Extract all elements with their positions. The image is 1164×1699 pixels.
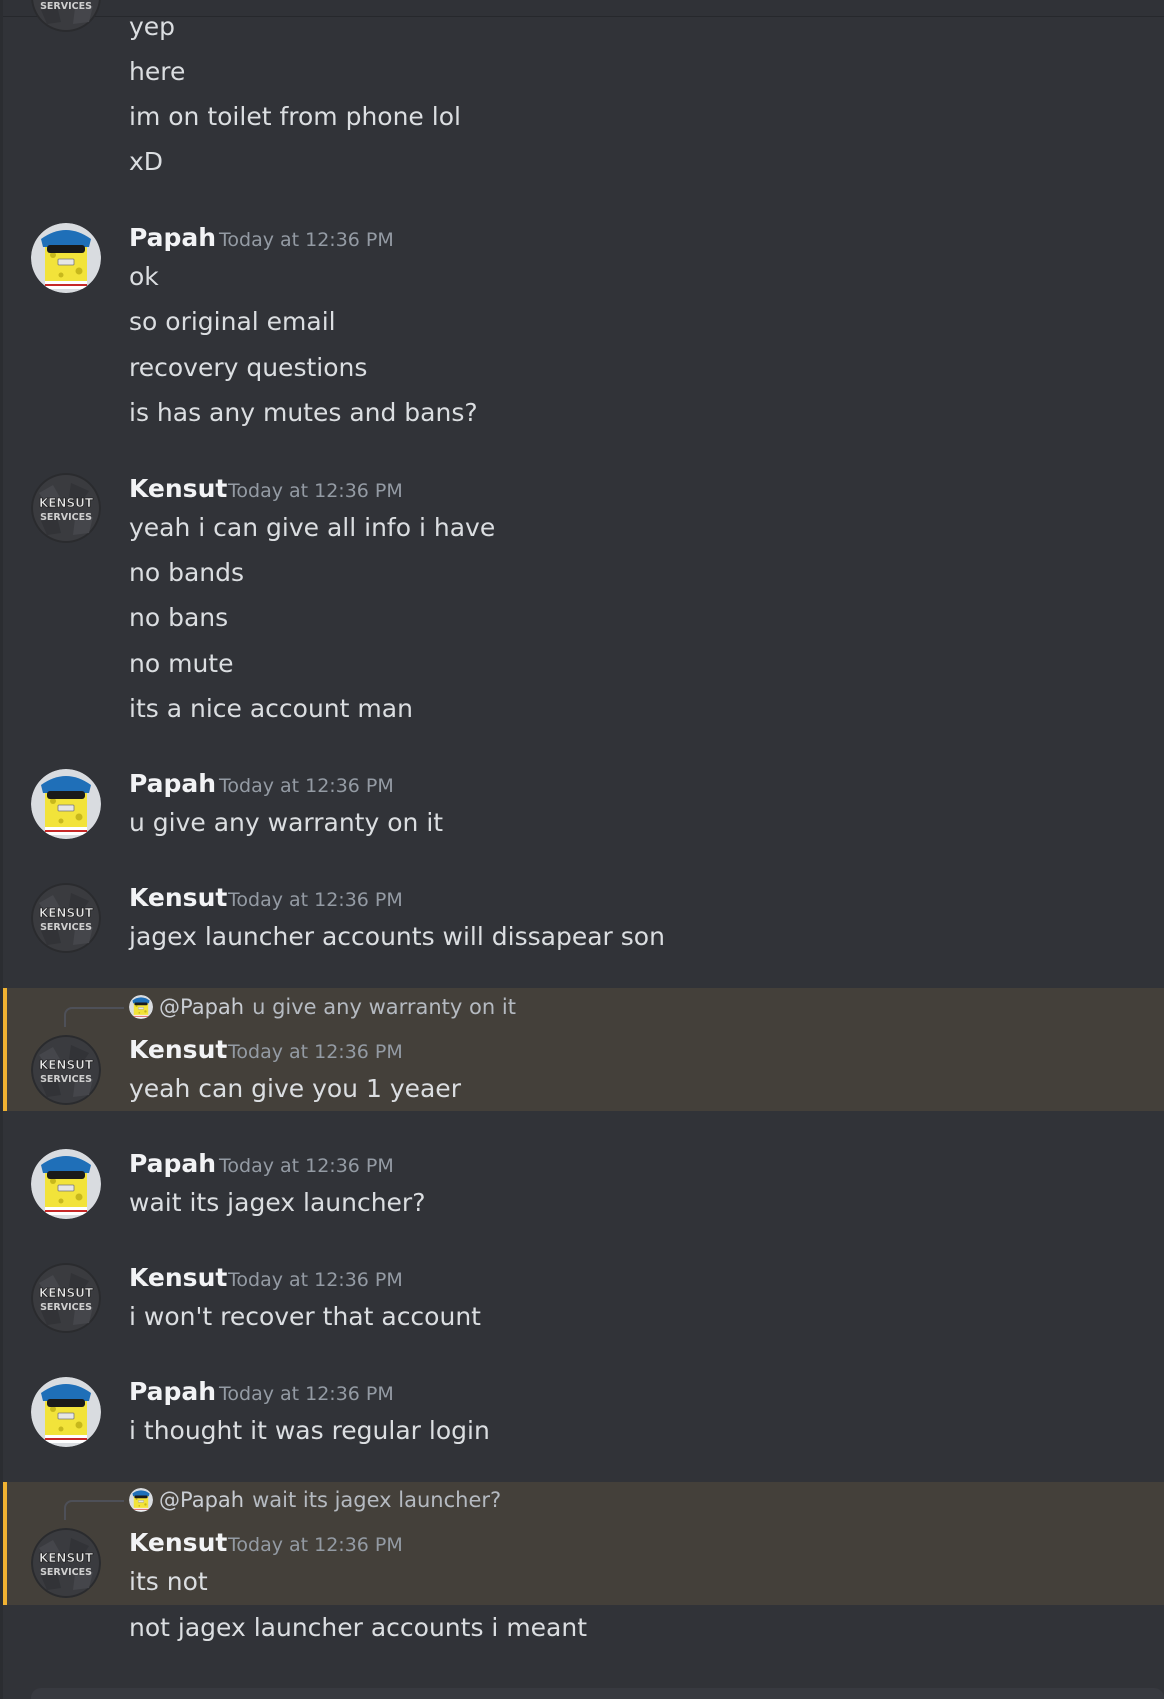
message-timestamp: Today at 12:36 PM — [228, 1534, 403, 1556]
avatar-kensut[interactable] — [31, 1035, 101, 1105]
message-line: jagex launcher accounts will dissapear s… — [129, 922, 665, 951]
reply-snippet: wait its jagex launcher? — [252, 1488, 502, 1512]
author-name[interactable]: Papah — [129, 1149, 216, 1178]
message-timestamp: Today at 12:36 PM — [228, 889, 403, 911]
message-line: yeah can give you 1 yeaer — [129, 1074, 461, 1103]
message-line: yeah i can give all info i have — [129, 513, 496, 542]
message-timestamp: Today at 12:36 PM — [219, 1155, 394, 1177]
author-name[interactable]: Kensut — [129, 1528, 227, 1557]
message-line: no bands — [129, 558, 245, 587]
message-timestamp: Today at 12:36 PM — [228, 1041, 403, 1063]
message-line: ok — [129, 262, 159, 291]
reply-preview[interactable]: @Papah wait its jagex launcher? — [129, 1488, 501, 1518]
message-line: no mute — [129, 649, 234, 678]
reply-connector — [64, 1500, 124, 1520]
message-timestamp: Today at 12:36 PM — [219, 775, 394, 797]
message-composer[interactable] — [31, 1688, 1164, 1699]
author-name[interactable]: Papah — [129, 769, 216, 798]
avatar-kensut[interactable] — [31, 0, 101, 32]
reply-snippet: u give any warranty on it — [252, 995, 516, 1019]
avatar-kensut[interactable] — [31, 883, 101, 953]
reply-connector — [64, 1007, 124, 1027]
message-line: xD — [129, 147, 164, 176]
message-line: i thought it was regular login — [129, 1416, 490, 1445]
author-name[interactable]: Kensut — [129, 1035, 227, 1064]
author-name[interactable]: Kensut — [129, 1263, 227, 1292]
author-name[interactable]: Kensut — [129, 474, 227, 503]
reply-preview[interactable]: @Papah u give any warranty on it — [129, 995, 516, 1025]
reply-mention[interactable]: @Papah — [159, 1488, 244, 1512]
message-line: u give any warranty on it — [129, 808, 444, 837]
avatar-papah[interactable] — [31, 1377, 101, 1447]
left-edge — [0, 0, 3, 1699]
message-line: is has any mutes and bans? — [129, 398, 478, 427]
message-line: here — [129, 57, 186, 86]
author-name[interactable]: Kensut — [129, 883, 227, 912]
mention-bar — [3, 1482, 7, 1605]
message-timestamp: Today at 12:36 PM — [219, 229, 394, 251]
avatar-kensut[interactable] — [31, 1263, 101, 1333]
message-line: i won't recover that account — [129, 1302, 481, 1331]
author-name[interactable]: Papah — [129, 223, 216, 252]
avatar-papah[interactable] — [31, 1149, 101, 1219]
message-line: wait its jagex launcher? — [129, 1188, 426, 1217]
message-line: not jagex launcher accounts i meant — [129, 1613, 588, 1642]
avatar-papah[interactable] — [31, 769, 101, 839]
message-line: its a nice account man — [129, 694, 413, 723]
message-timestamp: Today at 12:36 PM — [228, 480, 403, 502]
reply-mention[interactable]: @Papah — [159, 995, 244, 1019]
message-timestamp: Today at 12:36 PM — [228, 1269, 403, 1291]
avatar-kensut[interactable] — [31, 473, 101, 543]
message-line: yep — [129, 12, 176, 41]
chat-message-list[interactable]: yep here im on toilet from phone lol xD … — [0, 0, 1164, 1699]
message-line: recovery questions — [129, 353, 368, 382]
reply-avatar-papah — [129, 1488, 153, 1512]
avatar-papah[interactable] — [31, 223, 101, 293]
mention-bar — [3, 988, 7, 1111]
message-line: so original email — [129, 307, 336, 336]
message-line: im on toilet from phone lol — [129, 102, 461, 131]
message-line: no bans — [129, 603, 229, 632]
avatar-kensut[interactable] — [31, 1528, 101, 1598]
message-line: its not — [129, 1567, 208, 1596]
message-timestamp: Today at 12:36 PM — [219, 1383, 394, 1405]
reply-avatar-papah — [129, 995, 153, 1019]
author-name[interactable]: Papah — [129, 1377, 216, 1406]
